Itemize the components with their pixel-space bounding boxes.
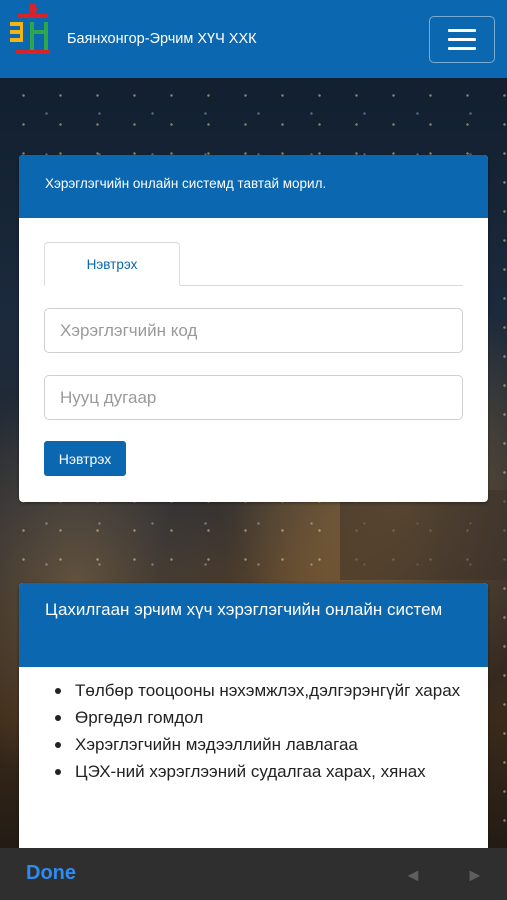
- list-item: Төлбөр тооцооны нэхэмжлэх,дэлгэрэнгүйг х…: [55, 677, 464, 704]
- customer-code-input[interactable]: [44, 308, 463, 353]
- login-panel: Хэрэглэгчийн онлайн системд тавтай морил…: [19, 155, 488, 502]
- background-building: [430, 490, 507, 580]
- browser-toolbar: Done ◄ ►: [0, 848, 507, 900]
- list-item: Өргөдөл гомдол: [55, 704, 464, 731]
- list-item: Хэрэглэгчийн мэдээллийн лавлагаа: [55, 731, 464, 758]
- list-item: ЦЭХ-ний хэрэглээний судалгаа харах, хяна…: [55, 758, 464, 785]
- hamburger-menu-button[interactable]: [429, 16, 495, 63]
- login-button[interactable]: Нэвтрэх: [44, 441, 126, 476]
- back-arrow-icon[interactable]: ◄: [404, 865, 422, 886]
- tab-login[interactable]: Нэвтрэх: [44, 242, 180, 286]
- background-building: [340, 500, 430, 580]
- login-panel-body: Нэвтрэх Нэвтрэх: [19, 218, 488, 502]
- menu-icon-bar: [448, 47, 476, 50]
- done-button[interactable]: Done: [26, 862, 76, 885]
- login-panel-heading: Хэрэглэгчийн онлайн системд тавтай морил…: [19, 155, 488, 218]
- info-panel: Цахилгаан эрчим хүч хэрэглэгчийн онлайн …: [19, 583, 488, 863]
- company-logo[interactable]: [8, 4, 58, 56]
- top-navbar: Баянхонгор-Эрчим ХҮЧ ХХК: [0, 0, 507, 78]
- feature-list: Төлбөр тооцооны нэхэмжлэх,дэлгэрэнгүйг х…: [19, 667, 488, 785]
- menu-icon-bar: [448, 29, 476, 32]
- brand-name[interactable]: Баянхонгор-Эрчим ХҮЧ ХХК: [67, 31, 257, 47]
- info-panel-title: Цахилгаан эрчим хүч хэрэглэгчийн онлайн …: [19, 583, 488, 667]
- password-input[interactable]: [44, 375, 463, 420]
- forward-arrow-icon[interactable]: ►: [466, 865, 484, 886]
- menu-icon-bar: [448, 38, 476, 41]
